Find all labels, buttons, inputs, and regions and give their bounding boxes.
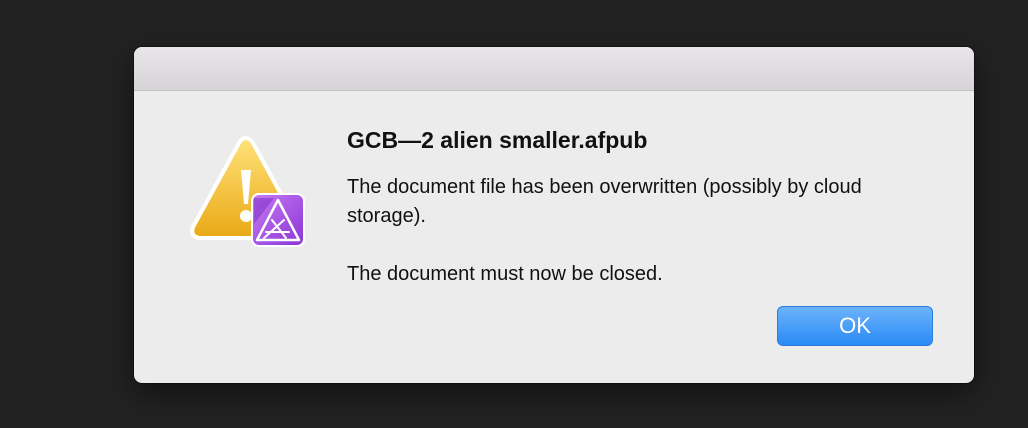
message-overwritten: The document file has been overwritten (… <box>347 176 862 227</box>
dialog-message: The document file has been overwritten (… <box>347 173 927 289</box>
alert-dialog: GCB—2 alien smaller.afpub The document f… <box>134 47 974 383</box>
affinity-publisher-app-icon <box>251 193 305 247</box>
ok-button[interactable]: OK <box>777 306 933 346</box>
warning-triangle-icon <box>190 136 305 247</box>
dialog-title: GCB—2 alien smaller.afpub <box>347 127 648 153</box>
alert-icon <box>186 132 306 252</box>
message-must-close: The document must now be closed. <box>347 263 663 285</box>
dialog-titlebar[interactable] <box>134 47 974 91</box>
